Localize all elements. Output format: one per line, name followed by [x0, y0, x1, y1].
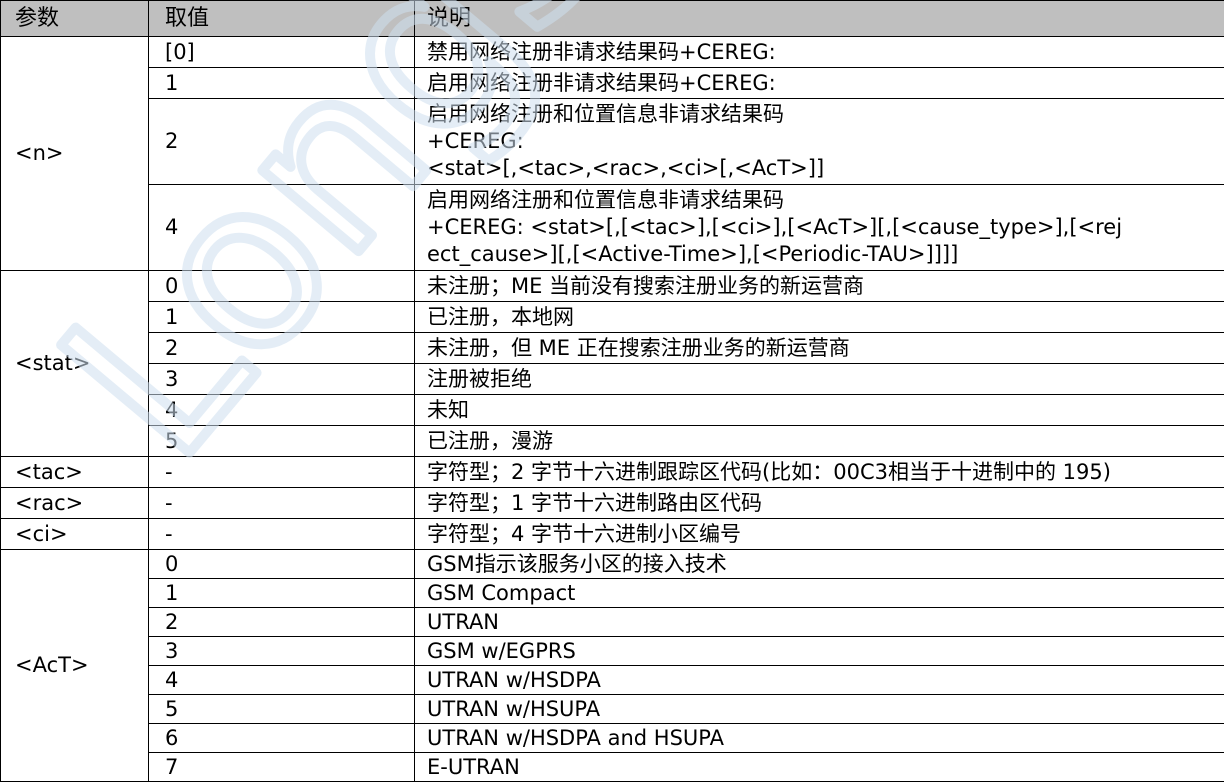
param-cell-n: <n> — [0, 36, 149, 271]
desc-line: ect_cause>][,[<Active-Time>],[<Periodic-… — [427, 242, 959, 266]
param-cell-rac: <rac> — [0, 487, 149, 519]
parameter-table: 参数 取值 说明 <n> [0] 禁用网络注册非请求结果码+CEREG: 1 启… — [0, 0, 1224, 782]
desc-cell: GSM指示该服务小区的接入技术 — [414, 549, 1224, 579]
desc-cell: 字符型；2 字节十六进制跟踪区代码(比如：00C3相当于十进制中的 195) — [414, 456, 1224, 488]
desc-cell: UTRAN w/HSDPA and HSUPA — [414, 723, 1224, 753]
table-row: 2 UTRAN — [1, 607, 1224, 637]
param-cell-tac: <tac> — [0, 456, 149, 488]
value-cell: 0 — [148, 549, 415, 579]
value-cell: - — [148, 487, 415, 519]
desc-cell: 注册被拒绝 — [414, 363, 1224, 395]
value-cell: 1 — [148, 67, 415, 99]
value-cell: 1 — [148, 578, 415, 608]
desc-cell: UTRAN — [414, 607, 1224, 637]
table-row: 7 E-UTRAN — [1, 752, 1224, 782]
value-cell: 4 — [148, 665, 415, 695]
desc-cell: UTRAN w/HSUPA — [414, 694, 1224, 724]
table-row: <tac> - 字符型；2 字节十六进制跟踪区代码(比如：00C3相当于十进制中… — [0, 456, 1224, 488]
table-row: 3 注册被拒绝 — [1, 363, 1224, 395]
table-row: <ci> - 字符型；4 字节十六进制小区编号 — [0, 518, 1224, 550]
table-row: 5 已注册，漫游 — [1, 425, 1224, 457]
desc-cell: E-UTRAN — [414, 752, 1224, 782]
desc-cell: 启用网络注册非请求结果码+CEREG: — [414, 67, 1224, 99]
desc-cell: 未知 — [414, 394, 1224, 426]
desc-cell: 未注册；ME 当前没有搜索注册业务的新运营商 — [414, 270, 1224, 302]
table-header-row: 参数 取值 说明 — [0, 0, 1224, 37]
table-row: 6 UTRAN w/HSDPA and HSUPA — [1, 723, 1224, 753]
desc-line: 启用网络注册和位置信息非请求结果码 — [427, 102, 784, 126]
table-row: 5 UTRAN w/HSUPA — [1, 694, 1224, 724]
value-cell: 5 — [148, 425, 415, 457]
desc-line: +CEREG: <stat>[,[<tac>],[<ci>],[<AcT>][,… — [427, 215, 1123, 239]
table-row: 1 启用网络注册非请求结果码+CEREG: — [1, 67, 1224, 99]
desc-cell: 字符型；4 字节十六进制小区编号 — [414, 518, 1224, 550]
value-cell: - — [148, 456, 415, 488]
desc-cell: UTRAN w/HSDPA — [414, 665, 1224, 695]
value-cell: 2 — [148, 607, 415, 637]
desc-cell: GSM w/EGPRS — [414, 636, 1224, 666]
desc-cell: GSM Compact — [414, 578, 1224, 608]
value-cell: 0 — [148, 270, 415, 302]
value-cell: 6 — [148, 723, 415, 753]
param-cell-act: <AcT> — [0, 549, 149, 782]
value-cell: 3 — [148, 636, 415, 666]
desc-cell: 已注册，漫游 — [414, 425, 1224, 457]
desc-cell: 禁用网络注册非请求结果码+CEREG: — [414, 36, 1224, 68]
desc-line: 禁用网络注册非请求结果码+CEREG: — [427, 39, 776, 64]
param-cell-ci: <ci> — [0, 518, 149, 550]
table-row: 4 启用网络注册和位置信息非请求结果码 +CEREG: <stat>[,[<ta… — [1, 184, 1224, 271]
desc-line: 启用网络注册非请求结果码+CEREG: — [427, 70, 776, 95]
value-cell: 1 — [148, 301, 415, 333]
table-row: 2 未注册，但 ME 正在搜索注册业务的新运营商 — [1, 332, 1224, 364]
value-cell: [0] — [148, 36, 415, 68]
table-row: 2 启用网络注册和位置信息非请求结果码 +CEREG: <stat>[,<tac… — [1, 98, 1224, 185]
param-cell-stat: <stat> — [0, 270, 149, 457]
table-row: <rac> - 字符型；1 字节十六进制路由区代码 — [0, 487, 1224, 519]
value-cell: 4 — [148, 184, 415, 271]
desc-cell: 启用网络注册和位置信息非请求结果码 +CEREG: <stat>[,[<tac>… — [414, 184, 1224, 271]
value-cell: - — [148, 518, 415, 550]
table-row: <stat> 0 未注册；ME 当前没有搜索注册业务的新运营商 — [0, 270, 1224, 457]
header-value: 取值 — [148, 0, 415, 37]
desc-cell: 字符型；1 字节十六进制路由区代码 — [414, 487, 1224, 519]
desc-cell: 启用网络注册和位置信息非请求结果码 +CEREG: <stat>[,<tac>,… — [414, 98, 1224, 185]
desc-cell: 未注册，但 ME 正在搜索注册业务的新运营商 — [414, 332, 1224, 364]
header-param: 参数 — [0, 0, 149, 37]
desc-line: 启用网络注册和位置信息非请求结果码 — [427, 188, 784, 212]
value-cell: 2 — [148, 332, 415, 364]
desc-line: +CEREG: — [427, 129, 524, 153]
value-cell: 3 — [148, 363, 415, 395]
table-row: 1 GSM Compact — [1, 578, 1224, 608]
value-cell: 2 — [148, 98, 415, 185]
header-desc: 说明 — [414, 0, 1224, 37]
desc-line: <stat>[,<tac>,<rac>,<ci>[,<AcT>]] — [427, 156, 825, 180]
table-row: <AcT> 0 GSM指示该服务小区的接入技术 — [0, 549, 1224, 782]
table-row: 3 GSM w/EGPRS — [1, 636, 1224, 666]
table-row: 1 已注册，本地网 — [1, 301, 1224, 333]
desc-cell: 已注册，本地网 — [414, 301, 1224, 333]
value-cell: 4 — [148, 394, 415, 426]
table-row: 4 未知 — [1, 394, 1224, 426]
table-row: <n> [0] 禁用网络注册非请求结果码+CEREG: — [0, 36, 1224, 271]
value-cell: 7 — [148, 752, 415, 782]
value-cell: 5 — [148, 694, 415, 724]
table-row: 4 UTRAN w/HSDPA — [1, 665, 1224, 695]
